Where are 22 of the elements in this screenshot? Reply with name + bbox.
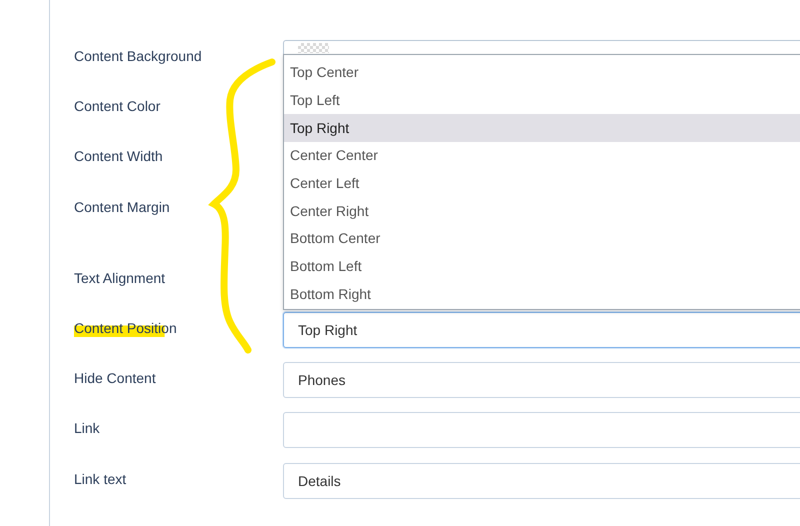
dropdown-option[interactable]: Center Center (284, 142, 800, 170)
field-label: Content Margin (74, 198, 170, 217)
field-label: Link (74, 419, 100, 438)
dropdown-option[interactable]: Bottom Left (284, 252, 800, 280)
field-label: Content Background (74, 47, 202, 66)
input-field[interactable]: Details (283, 463, 800, 499)
select-field[interactable]: Top Right (283, 312, 800, 348)
dropdown-option[interactable]: Bottom Center (284, 225, 800, 253)
field-label: Text Alignment (74, 269, 166, 288)
field-label: Content Width (74, 147, 163, 166)
dropdown-option[interactable]: Top Right (284, 114, 800, 142)
transparent-swatch (298, 43, 329, 53)
input-field[interactable] (283, 412, 800, 448)
dropdown-option[interactable]: Center Left (284, 170, 800, 198)
dropdown-option[interactable]: Top Center (284, 59, 800, 87)
field-label: Content Color (74, 97, 160, 116)
dropdown-option[interactable]: Center Right (284, 197, 800, 226)
dropdown-option[interactable]: Top Left (284, 86, 800, 114)
field-label: Hide Content (74, 369, 156, 388)
dropdown-option[interactable]: Bottom Right (284, 280, 800, 308)
select-field[interactable]: Phones (283, 362, 800, 398)
field-label: Link text (74, 470, 126, 489)
